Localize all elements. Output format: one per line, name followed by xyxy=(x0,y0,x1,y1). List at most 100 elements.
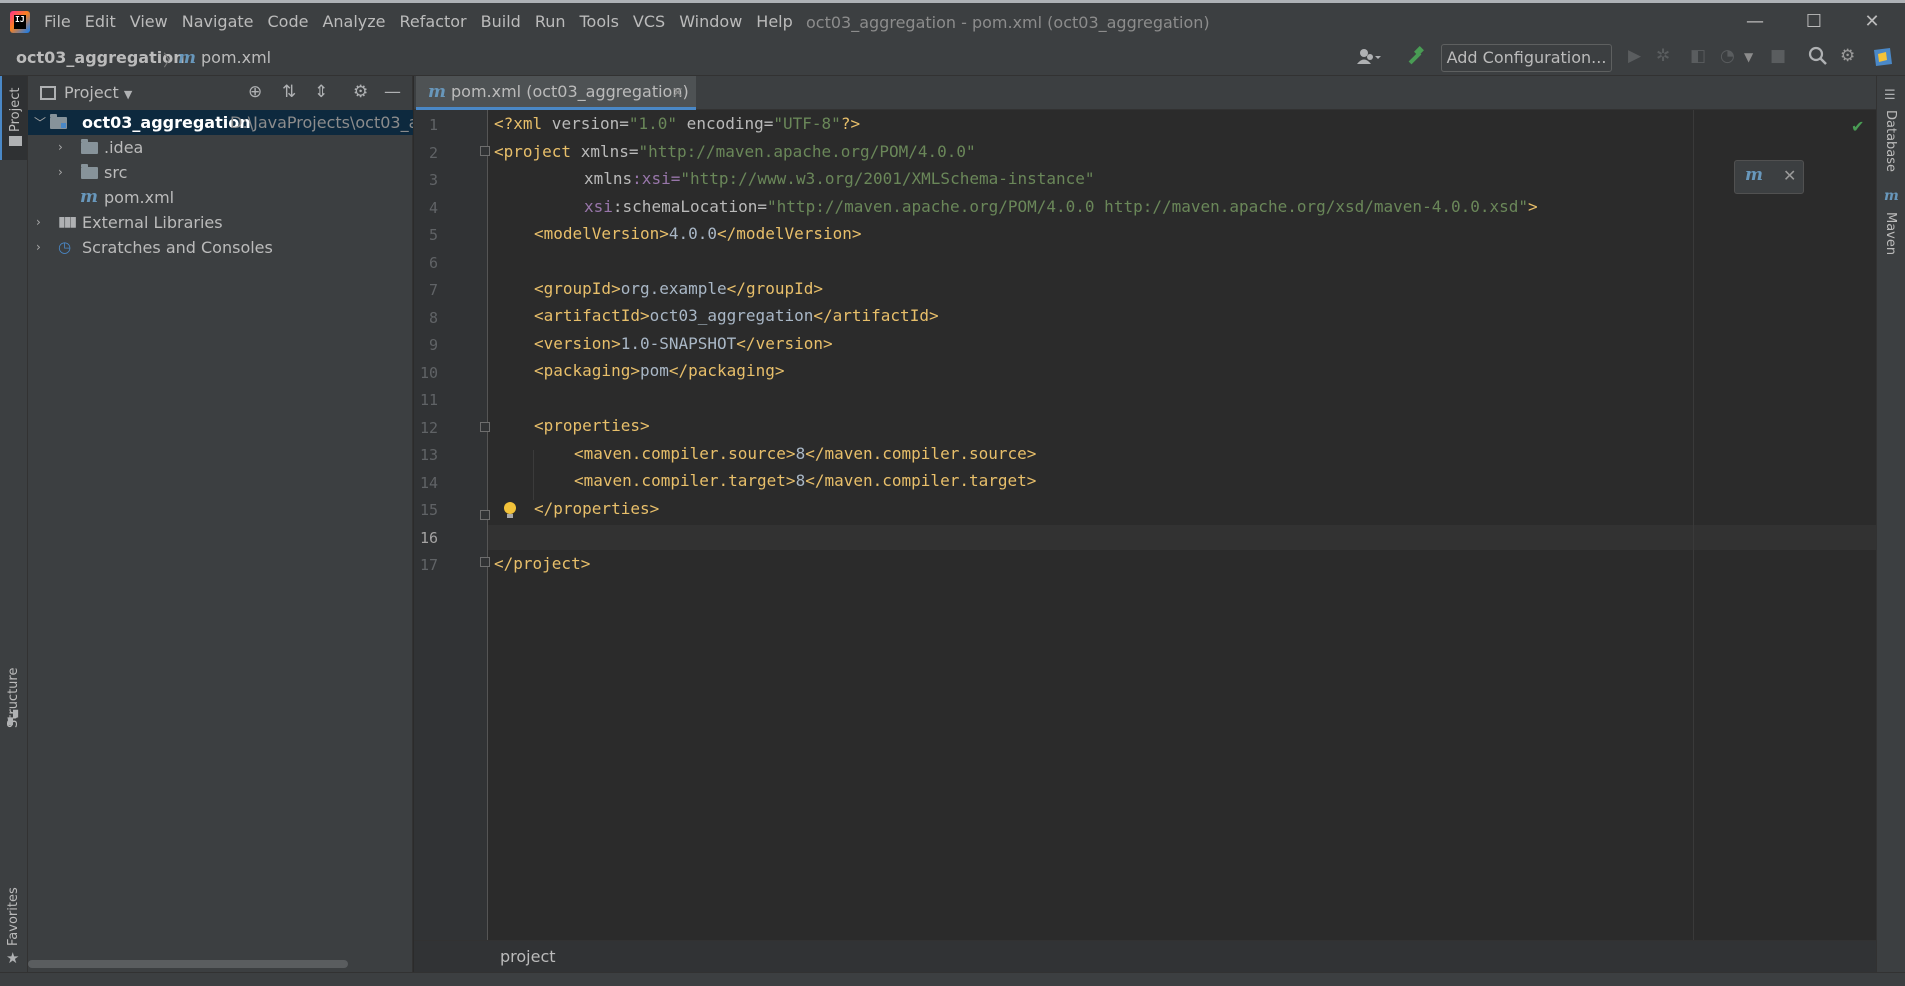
project-tool-button[interactable]: Project xyxy=(0,76,27,160)
chevron-right-icon[interactable]: › xyxy=(36,235,41,260)
project-panel-title: Project xyxy=(64,83,119,102)
tree-item-root[interactable]: ﹀ oct03_aggregation D:\JavaProjects\oct0… xyxy=(28,110,413,135)
fold-marker-project-end[interactable] xyxy=(480,557,490,567)
menu-file[interactable]: File xyxy=(44,12,71,31)
close-window-button[interactable]: ✕ xyxy=(1852,9,1892,35)
expand-all-icon[interactable]: ⇅ xyxy=(282,82,296,102)
maven-icon: m xyxy=(1884,188,1899,204)
hide-panel-icon[interactable]: — xyxy=(384,82,401,102)
left-tool-stripe: Project Structure ▞ Favorites ★ xyxy=(0,76,28,972)
editor-breadcrumb-bar: project xyxy=(414,940,1876,972)
title-bar: IJ File Edit View Navigate Code Analyze … xyxy=(0,0,1905,40)
indent-guide xyxy=(533,450,534,500)
chevron-down-icon[interactable]: ﹀ xyxy=(34,111,46,135)
chevron-right-icon[interactable]: › xyxy=(58,160,63,185)
minimize-button[interactable]: — xyxy=(1735,9,1775,35)
menu-help[interactable]: Help xyxy=(756,12,792,31)
settings-gear-icon[interactable]: ⚙ xyxy=(1840,46,1855,66)
collapse-all-icon[interactable]: ⇕ xyxy=(314,82,328,102)
maven-reload-popup: m ✕ xyxy=(1734,160,1804,194)
panel-settings-gear-icon[interactable]: ⚙ xyxy=(353,82,368,102)
code-line-2: <project xmlns="http://maven.apache.org/… xyxy=(494,142,976,161)
fold-marker-properties[interactable] xyxy=(480,422,490,432)
run-icon[interactable]: ▶ xyxy=(1628,46,1641,66)
line-number: 11 xyxy=(419,391,438,409)
structure-tool-button[interactable]: Structure ▞ xyxy=(0,636,27,736)
intention-lightbulb-icon[interactable] xyxy=(503,502,517,520)
line-number: 17 xyxy=(419,556,438,574)
project-panel-header: Project ▼ ⊕ ⇅ ⇕ ⚙ — xyxy=(28,76,413,110)
tree-item-idea[interactable]: › .idea xyxy=(28,135,413,160)
project-view-dropdown[interactable]: Project ▼ xyxy=(64,83,132,102)
menu-build[interactable]: Build xyxy=(481,12,521,31)
line-number: 1 xyxy=(428,116,438,134)
code-line-9: <version>1.0-SNAPSHOT</version> xyxy=(534,334,833,353)
tab-label: pom.xml (oct03_aggregation) xyxy=(451,82,689,101)
libraries-icon: ▮▮▮ xyxy=(58,214,77,230)
line-number: 15 xyxy=(419,501,438,519)
line-number: 3 xyxy=(428,171,438,189)
fold-marker-properties-end[interactable] xyxy=(480,510,490,520)
main-menu: File Edit View Navigate Code Analyze Ref… xyxy=(44,12,807,31)
run-more-chevron-down-icon[interactable]: ▼ xyxy=(1744,50,1753,64)
menu-navigate[interactable]: Navigate xyxy=(182,12,254,31)
menu-refactor[interactable]: Refactor xyxy=(400,12,467,31)
coverage-icon[interactable]: ◧ xyxy=(1690,46,1706,66)
popup-close-icon[interactable]: ✕ xyxy=(1783,166,1796,185)
profile-icon[interactable]: ◔ xyxy=(1720,46,1735,66)
debug-icon[interactable]: ✲ xyxy=(1656,46,1670,66)
chevron-right-icon[interactable]: › xyxy=(58,135,63,160)
stop-icon[interactable]: ■ xyxy=(1770,46,1786,66)
project-view-icon xyxy=(40,86,56,100)
menu-vcs[interactable]: VCS xyxy=(633,12,665,31)
maven-file-icon: m xyxy=(80,187,98,207)
line-number: 13 xyxy=(419,446,438,464)
breadcrumb-project[interactable]: oct03_aggregation xyxy=(16,48,185,67)
line-number: 8 xyxy=(428,308,438,327)
menu-view[interactable]: View xyxy=(130,12,168,31)
module-badge-icon xyxy=(61,123,66,128)
user-icon[interactable] xyxy=(1356,46,1384,73)
tree-item-src[interactable]: › src xyxy=(28,160,413,185)
code-line-15: </properties> xyxy=(534,499,660,518)
menu-window[interactable]: Window xyxy=(679,12,742,31)
folder-icon xyxy=(81,164,98,179)
maven-reload-icon[interactable]: m xyxy=(1745,165,1763,185)
menu-analyze[interactable]: Analyze xyxy=(322,12,385,31)
menu-tools[interactable]: Tools xyxy=(580,12,619,31)
right-tool-stripe: ☰ Database m Maven xyxy=(1876,76,1905,972)
tab-close-icon[interactable]: × xyxy=(671,76,684,108)
menu-code[interactable]: Code xyxy=(268,12,309,31)
code-line-14: <maven.compiler.target>8</maven.compiler… xyxy=(574,471,1037,490)
select-opened-file-icon[interactable]: ⊕ xyxy=(248,82,262,102)
line-number: 6 xyxy=(428,253,438,272)
build-hammer-icon[interactable] xyxy=(1405,46,1427,73)
code-line-12: <properties> xyxy=(534,416,650,435)
fold-marker-project[interactable] xyxy=(480,146,490,156)
search-icon[interactable] xyxy=(1808,46,1828,71)
database-tool-label: Database xyxy=(1883,110,1898,173)
maximize-button[interactable]: ☐ xyxy=(1794,9,1834,35)
breadcrumb-file[interactable]: m pom.xml xyxy=(178,48,271,68)
tree-item-pom[interactable]: m pom.xml xyxy=(28,185,413,210)
menu-edit[interactable]: Edit xyxy=(85,12,116,31)
line-number: 9 xyxy=(428,336,438,354)
tree-item-external-libraries[interactable]: › ▮▮▮ External Libraries xyxy=(28,210,413,235)
menu-run[interactable]: Run xyxy=(535,12,566,31)
structure-icon: ▞ xyxy=(8,711,18,726)
tree-item-scratches[interactable]: › ◷ Scratches and Consoles xyxy=(28,235,413,260)
code-line-1: <?xml version="1.0" encoding="UTF-8"?> xyxy=(494,114,861,133)
breadcrumb-separator: 〉 xyxy=(163,51,180,70)
editor-breadcrumb-project[interactable]: project xyxy=(500,947,556,966)
favorites-tool-button[interactable]: Favorites ★ xyxy=(0,876,27,972)
tab-pom-xml[interactable]: m pom.xml (oct03_aggregation) × xyxy=(416,76,696,110)
current-line-highlight xyxy=(488,525,1876,550)
bottom-tool-bar xyxy=(0,972,1905,986)
code-line-10: <packaging>pom</packaging> xyxy=(534,361,785,380)
maven-tool-button[interactable]: m Maven xyxy=(1877,188,1905,338)
project-horizontal-scrollbar[interactable] xyxy=(28,960,348,968)
code-with-me-icon[interactable] xyxy=(1872,46,1894,73)
add-configuration-button[interactable]: Add Configuration... xyxy=(1441,44,1612,72)
inspection-ok-check-icon[interactable]: ✔ xyxy=(1851,117,1864,136)
chevron-right-icon[interactable]: › xyxy=(36,210,41,235)
